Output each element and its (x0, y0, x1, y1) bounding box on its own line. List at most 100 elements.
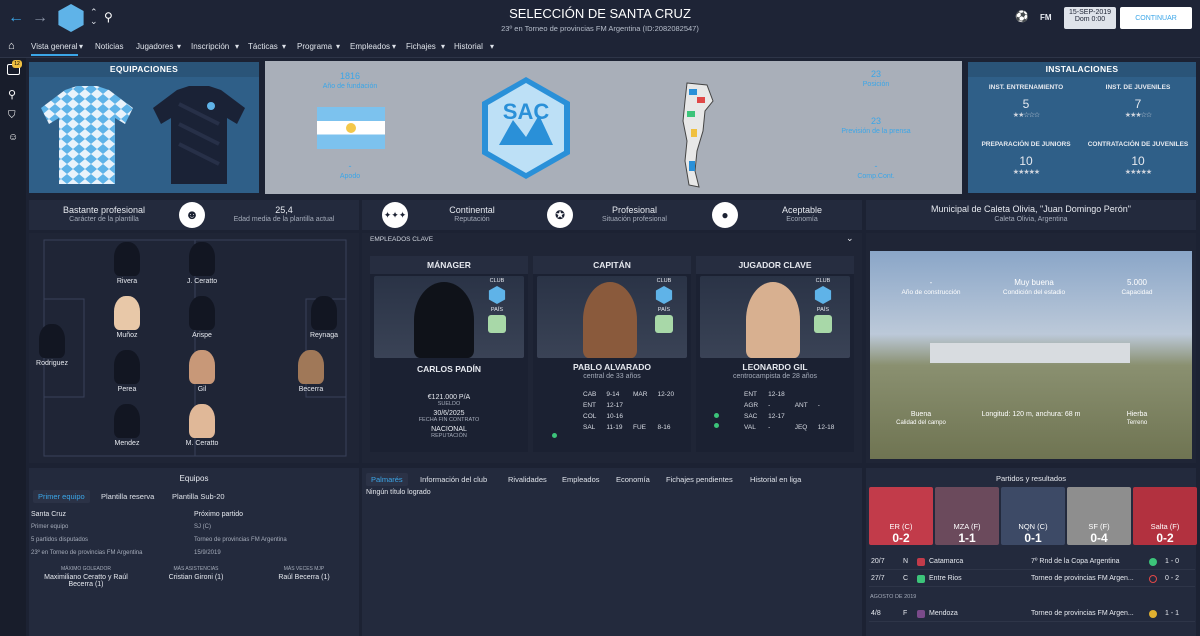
tab-registration[interactable]: Inscripción (191, 42, 229, 51)
match-competition: Torneo de provincias FM Argen... (1031, 610, 1134, 617)
tab-league-history[interactable]: Historial en liga (750, 475, 801, 484)
tab-players[interactable]: Jugadores (136, 42, 173, 51)
top-assists[interactable]: Cristian Gironi (1) (141, 574, 251, 581)
facility-label: PREPARACIÓN DE JUNIORS (981, 141, 1071, 148)
status-dot (714, 423, 719, 428)
status-dot (552, 433, 557, 438)
player-card[interactable]: Rivera (102, 242, 152, 285)
match-row[interactable]: 20/7 N Catamarca 7º Rnd de la Copa Argen… (869, 555, 1195, 570)
match-row[interactable]: 27/7 C Entre Rios Torneo de provincias F… (869, 572, 1195, 587)
tab-history[interactable]: Historial (454, 42, 483, 51)
player-card[interactable]: Arispe (177, 296, 227, 339)
date-box[interactable]: 15-SEP-2019 Dom 0:00 (1064, 7, 1116, 29)
player-card[interactable]: Rodriguez (27, 324, 77, 367)
away-kit[interactable] (149, 84, 249, 188)
tab-honours[interactable]: Palmarés (366, 473, 408, 486)
player-card[interactable]: Mendez (102, 404, 152, 447)
argentina-map (682, 82, 714, 188)
facility-stars: ★★★★★ (1124, 169, 1152, 176)
tab-tactics[interactable]: Tácticas (248, 42, 278, 51)
fm-logo[interactable]: FM (1040, 13, 1052, 22)
top-mvp[interactable]: Raúl Becerra (1) (249, 574, 359, 581)
tab-pending-transfers[interactable]: Fichajes pendientes (666, 475, 733, 484)
tab-u20[interactable]: Plantilla Sub-20 (172, 492, 225, 501)
tab-overview[interactable]: Vista general (31, 42, 78, 56)
shield-icon[interactable]: ⛉ (8, 110, 16, 121)
player-card[interactable]: Reynaga (299, 296, 349, 339)
forward-arrow-icon[interactable]: → (32, 9, 48, 27)
next-opponent[interactable]: SJ (C) (194, 521, 287, 534)
captain-name: PABLO ALVARADO (572, 362, 652, 372)
tab-first-team[interactable]: Primer equipo (33, 490, 90, 503)
manager-name: CARLOS PADÍN (416, 364, 482, 374)
reputation-label: Reputación (454, 216, 490, 223)
tab-reserve[interactable]: Plantilla reserva (101, 492, 154, 501)
player-name: Mendez (114, 440, 140, 447)
manager-contract: 30/6/2025 (433, 410, 465, 417)
tab-finances[interactable]: Economía (616, 475, 650, 484)
result-card[interactable]: MZA (F) 1-1 (935, 487, 999, 545)
club-label: CLUB (815, 278, 831, 284)
search-icon[interactable]: ⚲ (104, 10, 113, 24)
scorer-label: MÁXIMO GOLEADOR (60, 566, 111, 572)
player-card[interactable]: Gil (177, 350, 227, 393)
stadium-name: Municipal de Caleta Olivia, "Juan Doming… (931, 204, 1131, 214)
club-crest-small[interactable] (58, 4, 84, 32)
player-card[interactable]: Muñoz (102, 296, 152, 339)
tab-rivals[interactable]: Rivalidades (508, 475, 547, 484)
reputation-label: REPUTACIÓN (431, 433, 467, 439)
home-kit[interactable] (37, 84, 137, 188)
match-venue: C (903, 575, 909, 582)
result-score: 0-1 (1024, 531, 1042, 545)
manager-reputation: NACIONAL (431, 426, 467, 433)
match-opponent: Catamarca (929, 558, 964, 565)
founded-label: Año de fundación (322, 83, 378, 90)
comp-label: Comp.Cont. (857, 173, 895, 180)
result-card[interactable]: SF (F) 0-4 (1067, 487, 1131, 545)
country-label: PAÍS (657, 307, 671, 313)
mvp-label: MÁS VECES MJP (283, 566, 325, 572)
age-value: 25,4 (275, 205, 293, 215)
match-date: 4/8 (871, 610, 881, 617)
top-scorer[interactable]: Maximiliano Ceratto y Raúl Becerra (1) (31, 574, 141, 588)
home-icon[interactable]: ⌂ (8, 40, 15, 52)
tab-transfers[interactable]: Fichajes (406, 42, 436, 51)
captain-stats: CAB 9-14 MAR 12-20 ENT 12-17 COL 10-16 SAL 11-… (583, 391, 675, 431)
league-position: 23º en Torneo de provincias FM Argentina (31, 550, 143, 556)
chevron-down-icon[interactable]: ⌄ (846, 233, 854, 244)
continue-button[interactable]: CONTINUAR (1120, 7, 1192, 29)
built-label: Año de construcción (901, 289, 961, 296)
character-value: Bastante profesional (62, 205, 146, 215)
captain-card[interactable]: CAPITÁN CLUB PAÍS PABLO ALVARADO central… (533, 256, 691, 452)
tab-club-info[interactable]: Información del club (420, 475, 487, 484)
search-icon[interactable]: ⚲ (8, 88, 16, 101)
result-card[interactable]: Salta (F) 0-2 (1133, 487, 1197, 545)
player-card[interactable]: Becerra (286, 350, 336, 393)
result-card[interactable]: NQN (C) 0-1 (1001, 487, 1065, 545)
chevron-updown-icon[interactable]: ⌃ ⌄ (90, 8, 98, 26)
key-player-card[interactable]: JUGADOR CLAVE CLUB PAÍS LEONARDO GIL cen… (696, 256, 854, 452)
back-arrow-icon[interactable]: ← (8, 9, 24, 27)
page-title: SELECCIÓN DE SANTA CRUZ (509, 6, 691, 21)
facility-value: 7 (1134, 97, 1142, 111)
player-name: M. Ceratto (185, 440, 219, 447)
tab-news[interactable]: Noticias (95, 42, 123, 51)
tab-employees[interactable]: Empleados (562, 475, 600, 484)
tab-schedule[interactable]: Programa (297, 42, 332, 51)
people-icon[interactable]: ☺ (8, 132, 18, 143)
facility-stars: ★★★★★ (1012, 169, 1040, 176)
match-row[interactable]: 4/8 F Mendoza Torneo de provincias FM Ar… (869, 607, 1195, 622)
key-player-name: LEONARDO GIL (742, 362, 808, 372)
ball-icon[interactable]: ⚽ (1015, 10, 1029, 23)
player-card[interactable]: M. Ceratto (177, 404, 227, 447)
player-card[interactable]: Perea (102, 350, 152, 393)
tab-staff[interactable]: Empleados (350, 42, 390, 51)
founded-value: 1816 (339, 71, 361, 81)
player-card[interactable]: J. Ceratto (177, 242, 227, 285)
stadium-header: Municipal de Caleta Olivia, "Juan Doming… (866, 200, 1196, 230)
kits-panel: EQUIPACIONES (29, 62, 259, 193)
manager-card[interactable]: MÁNAGER CLUB PAÍS CARLOS PADÍN €121.000 … (370, 256, 528, 452)
result-card[interactable]: ER (C) 0-2 (869, 487, 933, 545)
pitch-label: Calidad del campo (896, 420, 946, 426)
player-name: Perea (117, 386, 137, 393)
